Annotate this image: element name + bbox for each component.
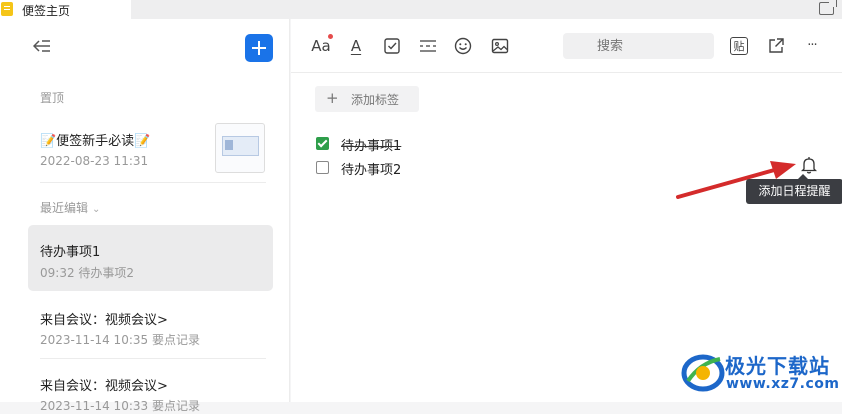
search-input[interactable] — [563, 33, 714, 59]
editor-toolbar: Aa A 贴 — [291, 19, 842, 73]
watermark: 极光下载站 www.xz7.com — [680, 347, 840, 402]
tab-home[interactable]: 便签主页 — [0, 0, 131, 19]
emoji-icon[interactable] — [453, 36, 473, 56]
sidebar: 置顶 📝便签新手必读📝 2022-08-23 11:31 最近编辑 ⌄ 待办事项1… — [0, 19, 290, 413]
list-item-subtitle: 2023-11-14 10:35 要点记录 — [40, 333, 200, 347]
list-item-subtitle: 09:32 待办事项2 — [40, 266, 135, 280]
watermark-name: 极光下载站 — [725, 354, 830, 378]
todo-item-text[interactable]: 待办事项2 — [341, 159, 401, 178]
add-tag-button[interactable]: + 添加标签 — [315, 86, 419, 112]
paste-note-icon[interactable]: 贴 — [730, 37, 748, 55]
pinned-note-timestamp: 2022-08-23 11:31 — [40, 154, 149, 168]
list-item-title[interactable]: 待办事项1 — [40, 241, 100, 260]
reminder-tooltip: 添加日程提醒 — [746, 174, 842, 204]
recent-section-label[interactable]: 最近编辑 ⌄ — [40, 199, 100, 216]
chevron-down-icon: ⌄ — [92, 204, 101, 215]
list-item-subtitle: 2023-11-14 10:33 要点记录 — [40, 399, 200, 413]
list-item-title[interactable]: 来自会议：视频会议> — [40, 309, 168, 328]
text-color-icon[interactable]: A — [346, 36, 366, 56]
editor-pane: Aa A 贴 — [291, 19, 842, 402]
watermark-logo-icon — [681, 354, 725, 392]
todo-checkbox-unchecked[interactable] — [316, 161, 329, 174]
font-size-icon[interactable]: Aa — [310, 36, 332, 56]
collapse-sidebar-icon[interactable] — [33, 39, 51, 53]
divider — [40, 358, 266, 359]
title-bar: 便签主页 — [0, 0, 842, 19]
pinned-note-thumbnail[interactable] — [215, 123, 265, 173]
pinned-section-label: 置顶 — [40, 91, 65, 105]
more-options-icon[interactable]: ··· — [802, 36, 822, 56]
popout-window-icon[interactable] — [819, 0, 837, 15]
add-tag-label: 添加标签 — [351, 93, 400, 107]
notes-app-icon — [1, 2, 13, 16]
divider-line-icon[interactable] — [418, 36, 438, 56]
share-external-icon[interactable] — [766, 36, 786, 56]
tab-title: 便签主页 — [22, 4, 71, 18]
image-icon[interactable] — [490, 36, 510, 56]
new-note-button[interactable] — [245, 34, 273, 62]
notification-dot — [328, 34, 333, 39]
checklist-icon[interactable] — [382, 36, 402, 56]
plus-icon: + — [326, 89, 339, 107]
todo-item-text[interactable]: 待办事项1 — [341, 135, 401, 154]
pinned-note-title[interactable]: 📝便签新手必读📝 — [40, 130, 150, 149]
list-item-title[interactable]: 来自会议：视频会议> — [40, 375, 168, 394]
watermark-url: www.xz7.com — [726, 376, 840, 392]
todo-checkbox-checked[interactable] — [316, 137, 329, 150]
divider — [40, 182, 266, 183]
